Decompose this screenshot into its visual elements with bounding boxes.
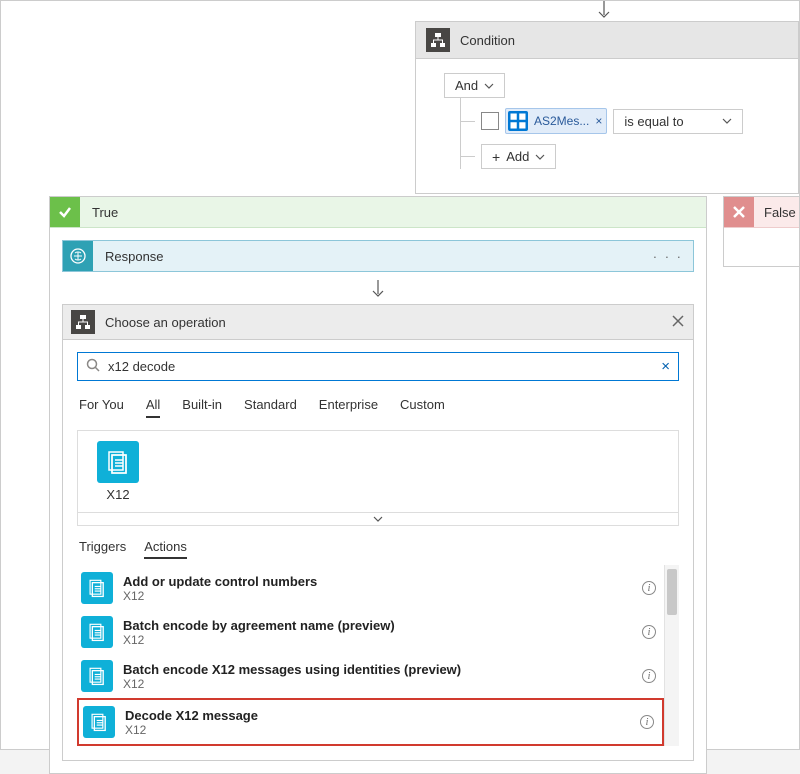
condition-row: AS2Mes... × is equal to: [461, 108, 784, 134]
tab-standard[interactable]: Standard: [244, 393, 297, 418]
search-box[interactable]: ×: [77, 352, 679, 381]
actions-scrollbar[interactable]: [664, 565, 679, 746]
actions-list: Add or update control numbers X12 i Batc…: [77, 565, 664, 746]
action-batch-encode-by-identities[interactable]: Batch encode X12 messages using identiti…: [77, 654, 664, 698]
true-header[interactable]: True: [50, 197, 706, 228]
tab-triggers[interactable]: Triggers: [79, 536, 126, 559]
chevron-down-icon: [484, 81, 494, 91]
as2-token-label: AS2Mes...: [534, 114, 589, 128]
action-sub: X12: [123, 633, 395, 647]
condition-card: Condition And AS2Mes... ×: [415, 21, 799, 194]
clear-search-button[interactable]: ×: [661, 358, 670, 375]
response-menu-icon[interactable]: · · ·: [643, 249, 693, 264]
choose-operation-card: Choose an operation × For You All Built-…: [62, 304, 694, 761]
tab-enterprise[interactable]: Enterprise: [319, 393, 378, 418]
info-icon[interactable]: i: [642, 581, 656, 595]
response-icon: [63, 241, 93, 271]
scrollbar-thumb[interactable]: [667, 569, 677, 615]
search-icon: [86, 358, 100, 375]
false-header[interactable]: False: [724, 197, 799, 228]
operator-label: is equal to: [624, 114, 683, 129]
expand-connectors[interactable]: [77, 513, 679, 526]
response-label: Response: [93, 249, 643, 264]
action-decode-x12-message[interactable]: Decode X12 message X12 i: [77, 698, 664, 746]
tab-custom[interactable]: Custom: [400, 393, 445, 418]
true-label: True: [80, 205, 118, 220]
action-sub: X12: [123, 677, 461, 691]
info-icon[interactable]: i: [642, 669, 656, 683]
action-title: Batch encode by agreement name (preview): [123, 618, 395, 633]
chevron-down-icon: [373, 514, 383, 524]
close-operation-button[interactable]: [671, 314, 685, 331]
triggers-actions-tabs: Triggers Actions: [63, 526, 693, 565]
action-add-update-control-numbers[interactable]: Add or update control numbers X12 i: [77, 566, 664, 610]
operation-icon: [71, 310, 95, 334]
x12-icon: [81, 660, 113, 692]
response-action[interactable]: Response · · ·: [62, 240, 694, 272]
action-sub: X12: [125, 723, 258, 737]
token-remove-icon[interactable]: ×: [595, 114, 602, 128]
false-branch: False: [723, 196, 800, 267]
operator-dropdown[interactable]: is equal to: [613, 109, 743, 134]
action-sub: X12: [123, 589, 317, 603]
add-label: Add: [506, 149, 529, 164]
x12-icon: [81, 572, 113, 604]
true-branch: True Response · · · Choose an operation: [49, 196, 707, 774]
connector-x12[interactable]: X12: [90, 441, 146, 502]
as2-token-icon: [508, 111, 528, 131]
x12-icon: [83, 706, 115, 738]
add-condition-button[interactable]: + Add: [481, 144, 556, 169]
condition-icon: [426, 28, 450, 52]
chevron-down-icon: [535, 152, 545, 162]
action-title: Add or update control numbers: [123, 574, 317, 589]
chevron-down-icon: [722, 116, 732, 126]
connector-x12-label: X12: [106, 487, 129, 502]
tab-actions[interactable]: Actions: [144, 536, 187, 559]
check-icon: [50, 197, 80, 227]
choose-operation-title: Choose an operation: [95, 315, 671, 330]
tab-built-in[interactable]: Built-in: [182, 393, 222, 418]
action-title: Decode X12 message: [125, 708, 258, 723]
and-label: And: [455, 78, 478, 93]
choose-operation-header: Choose an operation: [63, 305, 693, 340]
false-icon: [724, 197, 754, 227]
action-batch-encode-by-agreement[interactable]: Batch encode by agreement name (preview)…: [77, 610, 664, 654]
condition-header[interactable]: Condition: [416, 22, 798, 59]
as2-token[interactable]: AS2Mes... ×: [505, 108, 607, 134]
info-icon[interactable]: i: [640, 715, 654, 729]
tab-for-you[interactable]: For You: [79, 393, 124, 418]
row-checkbox[interactable]: [481, 112, 499, 130]
flow-arrow-mid: [50, 280, 706, 300]
plus-icon: +: [492, 150, 500, 164]
and-dropdown[interactable]: And: [444, 73, 505, 98]
category-tabs: For You All Built-in Standard Enterprise…: [63, 389, 693, 424]
connector-list: X12: [77, 430, 679, 513]
search-input[interactable]: [108, 359, 653, 374]
info-icon[interactable]: i: [642, 625, 656, 639]
tab-all[interactable]: All: [146, 393, 160, 418]
x12-connector-icon: [97, 441, 139, 483]
false-label: False: [754, 205, 796, 220]
condition-title: Condition: [460, 33, 515, 48]
action-title: Batch encode X12 messages using identiti…: [123, 662, 461, 677]
x12-icon: [81, 616, 113, 648]
